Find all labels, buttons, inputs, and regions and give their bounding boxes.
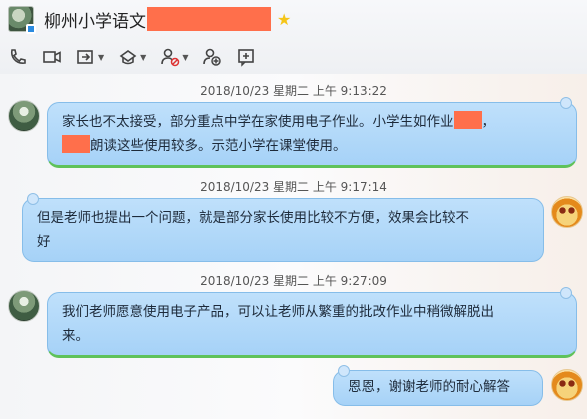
chat-area[interactable]: 2018/10/23 星期二 上午 9:13:22 家长也不太接受，部分重点中学… (0, 74, 587, 419)
group-badge-icon (26, 24, 36, 34)
toolbar: ▼ ▼ ▼ (8, 46, 270, 68)
message-line: 但是老师也提出一个问题，就是部分家长使用比较不方便，效果会比较不 (37, 210, 469, 226)
message-line: 恩恩，谢谢老师的耐心解答 (348, 379, 510, 395)
message-bubble[interactable]: 家长也不太接受，部分重点中学在家使用电子作业。小学生如作业， 朗读这些使用较多。… (47, 97, 577, 168)
video-icon (43, 51, 61, 63)
add-member-button[interactable]: ▼ (160, 47, 188, 67)
add-window-button[interactable] (236, 47, 256, 67)
chat-header: 柳州小学语文 ★ ▼ ▼ ▼ (0, 0, 587, 74)
redacted-block (453, 111, 482, 129)
timestamp: 2018/10/23 星期二 上午 9:13:22 (200, 84, 387, 98)
avatar[interactable] (8, 290, 40, 322)
message-line: 好 (37, 234, 51, 250)
app-button[interactable]: ▼ (118, 47, 146, 67)
chevron-down-icon: ▼ (182, 52, 189, 62)
app-icon (119, 50, 137, 65)
bubble-decoration-icon (560, 97, 572, 109)
group-avatar[interactable] (8, 6, 36, 34)
add-window-icon (238, 49, 255, 67)
message-line: 家长也不太接受，部分重点中学在家使用电子作业。小学生如作业， (62, 110, 562, 134)
share-screen-button[interactable]: ▼ (76, 47, 104, 67)
timestamp: 2018/10/23 星期二 上午 9:17:14 (200, 180, 387, 194)
bubble-decoration-icon (338, 365, 350, 377)
message-line: 来。 (62, 328, 89, 344)
add-member-icon (161, 48, 180, 67)
bubble-decoration-icon (27, 193, 39, 205)
redacted-title-block (147, 7, 271, 31)
message-bubble[interactable]: 但是老师也提出一个问题，就是部分家长使用比较不方便，效果会比较不 好 (22, 193, 544, 262)
title-row: 柳州小学语文 ★ (8, 6, 291, 34)
group-title[interactable]: 柳州小学语文 (44, 7, 146, 32)
phone-button[interactable] (8, 47, 28, 67)
chevron-down-icon: ▼ (98, 52, 105, 62)
timestamp: 2018/10/23 星期二 上午 9:27:09 (200, 274, 387, 288)
star-icon[interactable]: ★ (277, 10, 291, 29)
phone-icon (10, 49, 26, 64)
avatar[interactable] (8, 100, 40, 132)
message-bubble[interactable]: 恩恩，谢谢老师的耐心解答 (333, 365, 543, 406)
message-line: 我们老师愿意使用电子产品，可以让老师从繁重的批改作业中稍微解脱出 (62, 304, 494, 320)
chevron-down-icon: ▼ (140, 52, 147, 62)
message-bubble[interactable]: 我们老师愿意使用电子产品，可以让老师从繁重的批改作业中稍微解脱出 来。 (47, 287, 577, 358)
redacted-block (62, 135, 90, 153)
invite-button[interactable] (202, 47, 222, 67)
bubble-decoration-icon (560, 287, 572, 299)
message-line: 朗读这些使用较多。示范小学在课堂使用。 (62, 134, 562, 158)
invite-icon (203, 48, 222, 66)
share-screen-icon (77, 50, 93, 64)
video-button[interactable] (42, 47, 62, 67)
avatar[interactable] (551, 196, 583, 228)
avatar[interactable] (551, 369, 583, 401)
